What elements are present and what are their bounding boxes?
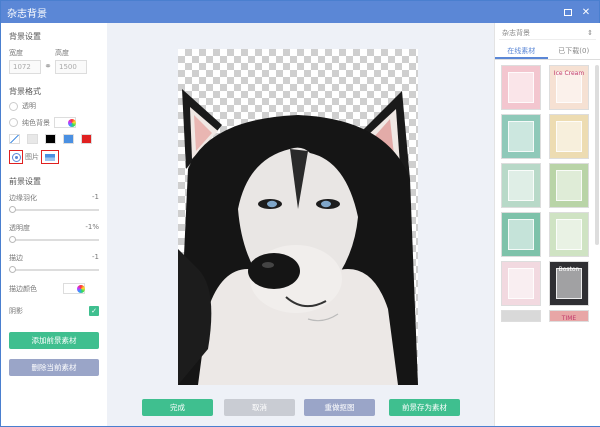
thumb-frame [508,219,534,250]
edge-feather-value: -1 [92,193,99,201]
dialog-window: 杂志背景 ✕ 背景设置 宽度 高度 1072 ⚭ 1500 背景格式 透明 纯色… [0,0,600,427]
thumb-frame [508,170,534,201]
image-thumb-icon [45,153,55,161]
color-picker[interactable] [54,117,76,128]
thumb-text: TIME [561,315,577,322]
material-thumb[interactable] [501,114,541,159]
material-thumb[interactable] [549,163,589,208]
category-select[interactable]: 杂志背景 ⇕ [499,26,596,40]
husky-image [178,89,418,385]
material-thumb[interactable] [501,163,541,208]
material-tabs: 在线素材 已下载(0) [495,43,600,60]
stroke-color-label: 描边颜色 [9,284,37,293]
radio-transparent[interactable] [9,101,18,111]
thumb-text: Ice Cream [553,70,585,77]
tab-online[interactable]: 在线素材 [495,43,548,59]
transparent-label: 透明 [22,102,36,110]
title-bar: 杂志背景 ✕ [1,1,599,23]
opacity-value: -1% [85,223,99,231]
swatch-black[interactable] [45,134,56,144]
shadow-checkbox[interactable]: ✓ [89,306,99,316]
material-thumb[interactable] [501,261,541,306]
window-title: 杂志背景 [7,8,47,20]
thumb-frame [556,219,582,250]
width-input[interactable]: 1072 [9,60,41,74]
material-thumb[interactable] [501,65,541,110]
radio-image-highlight[interactable] [9,150,23,164]
thumb-frame [508,268,534,299]
slider-knob[interactable] [9,266,16,273]
tab-downloaded[interactable]: 已下载(0) [548,43,600,59]
thumb-text: Boston [558,266,580,273]
add-fg-button[interactable]: 添加前景素材 [9,332,99,349]
height-input[interactable]: 1500 [55,60,87,74]
dropdown-arrow-icon: ⇕ [587,28,593,37]
material-thumb[interactable]: Ice Cream [549,65,589,110]
stroke-label: 描边 [9,254,23,262]
slider-knob[interactable] [9,236,16,243]
settings-panel: 背景设置 宽度 高度 1072 ⚭ 1500 背景格式 透明 纯色背景 图片 前… [1,23,107,426]
window-restore-icon[interactable] [561,5,575,19]
swatch-none[interactable] [9,134,20,144]
material-thumb[interactable] [549,212,589,257]
close-icon[interactable]: ✕ [579,5,593,19]
canvas-area: 完成 取消 重做抠图 前景存为素材 [107,23,494,426]
material-grid: Ice Cream Boston TIME [501,65,593,322]
solid-label: 纯色背景 [22,118,50,127]
edge-feather-slider[interactable] [9,206,99,213]
recrop-button[interactable]: 重做抠图 [304,399,375,416]
thumb-frame [508,121,534,152]
width-label: 宽度 [9,49,23,57]
stroke-slider[interactable] [9,266,99,273]
color-wheel-icon [68,119,76,127]
category-value: 杂志背景 [502,28,530,37]
color-wheel-icon [77,285,85,293]
link-icon[interactable]: ⚭ [41,62,55,72]
fg-settings-title: 前景设置 [9,177,41,186]
opacity-slider[interactable] [9,236,99,243]
done-button[interactable]: 完成 [142,399,213,416]
cancel-button[interactable]: 取消 [224,399,295,416]
radio-solid[interactable] [9,118,18,127]
save-fg-as-material-button[interactable]: 前景存为素材 [389,399,460,416]
editing-canvas[interactable] [178,49,418,385]
opacity-label: 透明度 [9,224,30,232]
height-label: 高度 [55,49,69,57]
edge-feather-label: 边缘羽化 [9,194,37,202]
scrollbar[interactable] [595,65,599,245]
bg-style-title: 背景格式 [9,87,41,96]
image-picker-highlight[interactable] [41,150,59,164]
thumb-frame [556,170,582,201]
shadow-label: 阴影 [9,307,23,315]
swatch-red[interactable] [81,134,92,144]
material-panel: 杂志背景 ⇕ 在线素材 已下载(0) Ice Cream Boston TIME [494,23,600,426]
swatch-blue[interactable] [63,134,74,144]
delete-fg-button[interactable]: 删除当前素材 [9,359,99,376]
radio-image[interactable] [11,152,21,162]
material-thumb[interactable]: Boston [549,261,589,306]
stroke-value: -1 [92,253,99,261]
thumb-frame [508,72,534,103]
image-label: 图片 [25,153,39,161]
bg-settings-title: 背景设置 [9,32,41,41]
material-thumb[interactable] [501,310,541,322]
material-thumb[interactable]: TIME [549,310,589,322]
material-thumb[interactable] [549,114,589,159]
slider-knob[interactable] [9,206,16,213]
swatch-light-gray[interactable] [27,134,38,144]
thumb-frame [556,121,582,152]
material-thumb[interactable] [501,212,541,257]
stroke-color-picker[interactable] [63,283,85,294]
